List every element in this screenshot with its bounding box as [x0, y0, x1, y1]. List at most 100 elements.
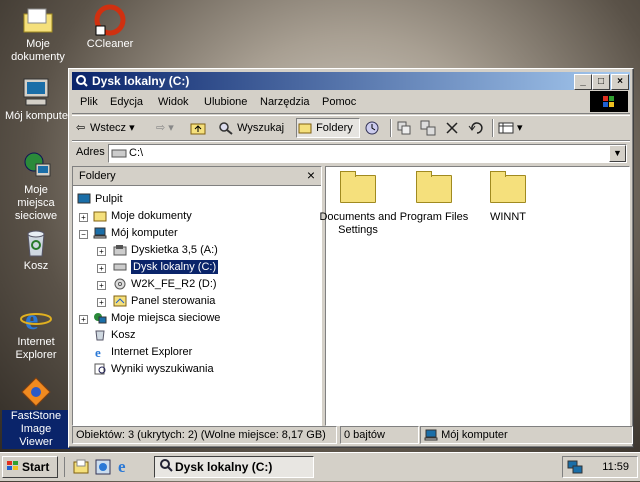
maximize-button[interactable]: □ [592, 74, 610, 90]
move-to-icon [396, 121, 412, 135]
explorer-window: Dysk lokalny (C:) _ □ × Plik Edycja Wido… [68, 68, 634, 448]
expand-icon[interactable]: + [97, 247, 106, 256]
search-button[interactable]: Wyszukaj [218, 119, 290, 137]
desktop-icon-network-places[interactable]: Moje miejsca sieciowe [2, 150, 70, 223]
menu-help[interactable]: Pomoc [322, 96, 356, 108]
desktop-icon-ccleaner[interactable]: CCleaner [76, 4, 144, 51]
folder-label: WINNT [489, 211, 527, 223]
internet-explorer-icon: e [93, 345, 107, 360]
desktop-icon-label: Mój komputer [5, 110, 69, 122]
tree-item-recycle-bin[interactable]: Kosz [93, 327, 135, 343]
toolbar: ⇦ Wstecz ▾ ⇨ ▾ Wyszukaj Foldery ▾ [72, 115, 630, 141]
close-pane-button[interactable]: × [307, 167, 315, 183]
back-arrow-icon: ⇦ [76, 122, 86, 134]
move-to-button[interactable] [396, 119, 414, 137]
system-tray: 11:59 [562, 456, 638, 478]
address-dropdown-button[interactable]: ▼ [609, 145, 626, 162]
desktop-icon-label: FastStone Image Viewer [2, 410, 70, 449]
menu-file[interactable]: Plik [80, 96, 98, 108]
address-value: C:\ [129, 147, 144, 159]
drive-icon [111, 147, 127, 162]
up-folder-button[interactable] [190, 119, 208, 137]
computer-icon [20, 76, 52, 108]
copy-to-button[interactable] [420, 119, 438, 137]
address-field[interactable]: C:\ ▼ [108, 144, 627, 163]
tree-item-control-panel[interactable]: Panel sterowania [113, 293, 215, 309]
network-tray-icon[interactable] [567, 459, 583, 482]
undo-button[interactable] [468, 119, 486, 137]
desktop-icon-my-documents[interactable]: Moje dokumenty [4, 4, 72, 64]
tree-item-network-places[interactable]: Moje miejsca sieciowe [93, 310, 220, 326]
history-button[interactable] [364, 119, 382, 137]
delete-button[interactable] [444, 119, 462, 137]
floppy-icon [113, 244, 127, 256]
address-label: Adres [76, 146, 105, 158]
svg-text:e: e [118, 457, 126, 475]
folder-documents-icon [22, 4, 54, 36]
views-button[interactable]: ▾ [498, 119, 528, 137]
forward-button[interactable]: ⇨ ▾ [156, 119, 184, 137]
tree-item-internet-explorer[interactable]: e Internet Explorer [93, 344, 192, 360]
status-objects: Obiektów: 3 (ukrytych: 2) (Wolne miejsce… [72, 426, 337, 444]
folder-icon [340, 171, 376, 203]
status-location: Mój komputer [420, 426, 633, 444]
show-desktop-icon[interactable] [73, 459, 89, 478]
start-button[interactable]: Start [2, 456, 58, 478]
menu-favorites[interactable]: Ulubione [204, 96, 247, 108]
taskbar: Start e Dysk lokalny (C:) 11:59 [0, 452, 640, 481]
folders-button[interactable]: Foldery [296, 118, 360, 138]
copy-to-icon [420, 120, 436, 136]
menu-edit[interactable]: Edycja [110, 96, 143, 108]
expand-icon[interactable]: + [97, 298, 106, 307]
expand-icon[interactable]: + [79, 315, 88, 324]
expand-icon[interactable]: + [79, 213, 88, 222]
collapse-icon[interactable]: − [79, 230, 88, 239]
tree-item-desktop[interactable]: Pulpit [77, 191, 123, 207]
recycle-bin-icon [20, 226, 52, 258]
menu-view[interactable]: Widok [158, 96, 189, 108]
tree-item-local-disk-c[interactable]: Dysk lokalny (C:) [113, 259, 219, 275]
expand-icon[interactable]: + [97, 281, 106, 290]
desktop-icon-label: CCleaner [86, 38, 134, 50]
title-bar[interactable]: Dysk lokalny (C:) _ □ × [72, 72, 630, 90]
history-icon [364, 121, 380, 135]
tree-item-floppy[interactable]: Dyskietka 3,5 (A:) [113, 242, 218, 258]
up-folder-icon [190, 122, 206, 135]
faststone-icon [20, 376, 52, 408]
status-size: 0 bajtów [340, 426, 419, 444]
folder-item[interactable]: Documents and Settings [318, 171, 398, 237]
toolbar-separator [390, 119, 392, 137]
explorer-icon[interactable] [95, 459, 111, 478]
status-bar: Obiektów: 3 (ukrytych: 2) (Wolne miejsce… [72, 426, 633, 444]
cd-drive-icon [113, 278, 127, 290]
views-icon [498, 122, 514, 134]
folder-item[interactable]: Program Files [394, 171, 474, 224]
minimize-button[interactable]: _ [574, 74, 592, 90]
back-button[interactable]: ⇦ Wstecz ▾ [76, 119, 154, 137]
desktop-icon-label: Moje dokumenty [11, 38, 65, 63]
expand-icon[interactable]: + [97, 264, 106, 273]
desktop-icon-internet-explorer[interactable]: e Internet Explorer [2, 302, 70, 362]
desktop-icon [77, 193, 91, 205]
desktop-icon-recycle-bin[interactable]: Kosz [2, 226, 70, 273]
desktop-icon-faststone[interactable]: FastStone Image Viewer [2, 376, 70, 449]
tree-item-search-results[interactable]: Wyniki wyszukiwania [93, 361, 214, 377]
forward-arrow-icon: ⇨ [156, 122, 166, 134]
delete-icon [444, 122, 460, 134]
desktop-icon-my-computer[interactable]: Mój komputer [2, 76, 70, 126]
desktop-icon-label: Kosz [23, 260, 49, 272]
menu-tools[interactable]: Narzędzia [260, 96, 310, 108]
taskbar-window-button[interactable]: Dysk lokalny (C:) [154, 456, 314, 478]
tree-item-my-documents[interactable]: Moje dokumenty [93, 208, 192, 224]
tree-item-cd-drive-d[interactable]: W2K_FE_R2 (D:) [113, 276, 217, 292]
folder-item[interactable]: WINNT [468, 171, 548, 224]
search-icon [218, 122, 234, 135]
close-button[interactable]: × [611, 74, 629, 90]
clock: 11:59 [602, 461, 629, 473]
svg-text:e: e [25, 303, 38, 334]
recycle-bin-icon [93, 329, 107, 341]
window-title: Dysk lokalny (C:) [92, 74, 190, 88]
internet-explorer-icon[interactable]: e [117, 457, 133, 478]
undo-icon [468, 122, 484, 134]
tree-item-my-computer[interactable]: Mój komputer [93, 225, 178, 241]
